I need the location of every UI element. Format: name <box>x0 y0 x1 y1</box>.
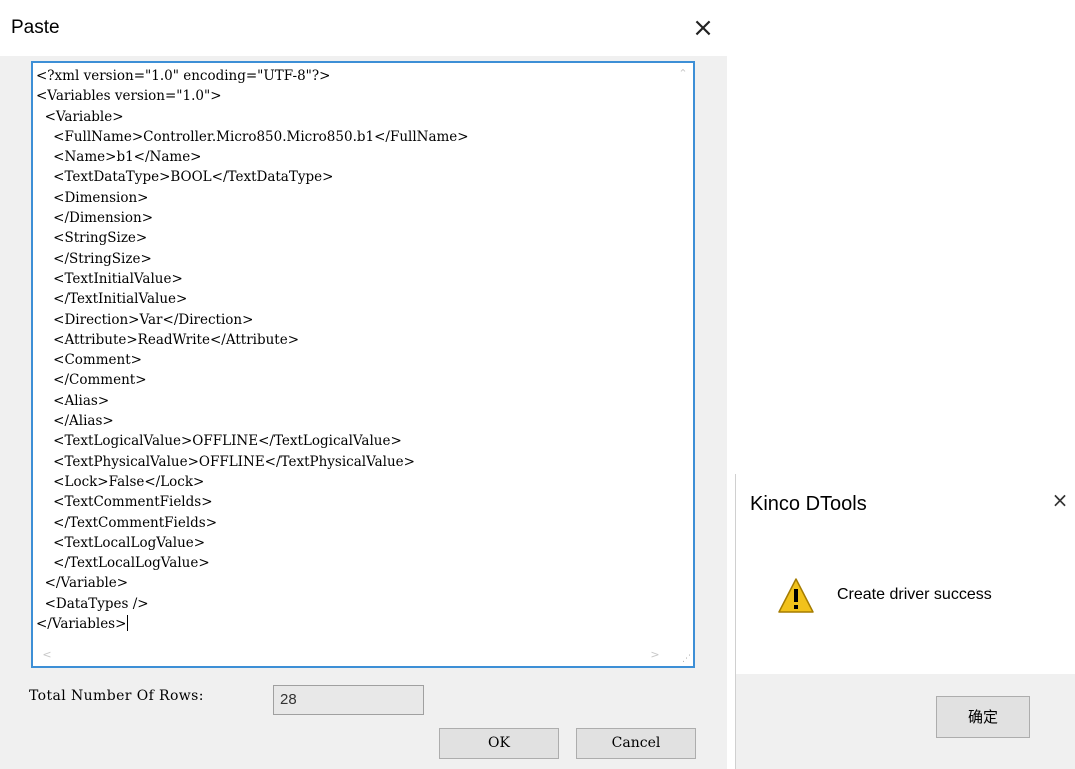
xml-line: <Comment> <box>36 352 142 369</box>
xml-line: <DataTypes /> <box>36 595 149 612</box>
total-rows-label: Total Number Of Rows: <box>29 688 204 704</box>
message-box-footer: 确定 <box>736 674 1075 769</box>
xml-line: <TextLogicalValue>OFFLINE</TextLogicalVa… <box>36 433 402 450</box>
xml-line: <FullName>Controller.Micro850.Micro850.b… <box>36 128 469 145</box>
message-box-title: Kinco DTools <box>750 493 867 515</box>
xml-line: </TextLocalLogValue> <box>36 555 210 572</box>
xml-line: </Alias> <box>36 413 114 430</box>
xml-line: <Variables version="1.0"> <box>36 88 222 105</box>
message-text: Create driver success <box>837 586 992 603</box>
scroll-left-icon[interactable]: < <box>37 648 57 666</box>
vertical-scrollbar[interactable]: ⌃ <box>673 63 693 646</box>
cancel-button[interactable]: Cancel <box>576 728 696 759</box>
xml-line: <Dimension> <box>36 189 149 206</box>
xml-line: <StringSize> <box>36 230 148 247</box>
paste-titlebar: Paste × <box>0 0 727 56</box>
scroll-up-icon[interactable]: ⌃ <box>673 67 693 85</box>
horizontal-scrollbar[interactable]: < > <box>33 646 673 666</box>
xml-content[interactable]: <?xml version="1.0" encoding="UTF-8"?> <… <box>36 66 676 641</box>
ok-button[interactable]: OK <box>439 728 559 759</box>
xml-line: <TextCommentFields> <box>36 494 213 511</box>
total-rows-field: 28 <box>273 685 424 715</box>
resize-grip-icon: ⋰ <box>682 654 691 664</box>
xml-line: <TextLocalLogValue> <box>36 534 206 551</box>
confirm-button[interactable]: 确定 <box>936 696 1030 738</box>
xml-line: <Attribute>ReadWrite</Attribute> <box>36 331 300 348</box>
xml-line: <Alias> <box>36 392 110 409</box>
xml-line: </Variables> <box>36 616 127 633</box>
xml-line: </Variable> <box>36 575 129 592</box>
close-icon[interactable]: × <box>1045 485 1075 515</box>
xml-line: <TextDataType>BOOL</TextDataType> <box>36 169 334 186</box>
xml-text-area[interactable]: <?xml version="1.0" encoding="UTF-8"?> <… <box>31 61 695 668</box>
message-box: Kinco DTools × Create driver success 确定 <box>735 474 1075 769</box>
xml-line: </TextCommentFields> <box>36 514 218 531</box>
paste-title: Paste <box>11 17 60 38</box>
xml-line: </Dimension> <box>36 210 154 227</box>
xml-line: </TextInitialValue> <box>36 291 188 308</box>
xml-line: <TextInitialValue> <box>36 270 183 287</box>
paste-dialog: Paste × <?xml version="1.0" encoding="UT… <box>0 0 727 769</box>
xml-line: <Lock>False</Lock> <box>36 473 205 490</box>
xml-line: </Comment> <box>36 372 147 389</box>
xml-line: <?xml version="1.0" encoding="UTF-8"?> <box>36 68 331 84</box>
xml-line: <Direction>Var</Direction> <box>36 311 254 328</box>
scroll-right-icon[interactable]: > <box>645 648 665 666</box>
close-icon[interactable]: × <box>685 10 721 46</box>
xml-line: <Name>b1</Name> <box>36 149 202 166</box>
text-caret <box>127 615 129 632</box>
xml-line: <Variable> <box>36 108 124 125</box>
xml-line: <TextPhysicalValue>OFFLINE</TextPhysical… <box>36 453 415 470</box>
warning-icon <box>778 578 814 613</box>
xml-line: </StringSize> <box>36 250 152 267</box>
